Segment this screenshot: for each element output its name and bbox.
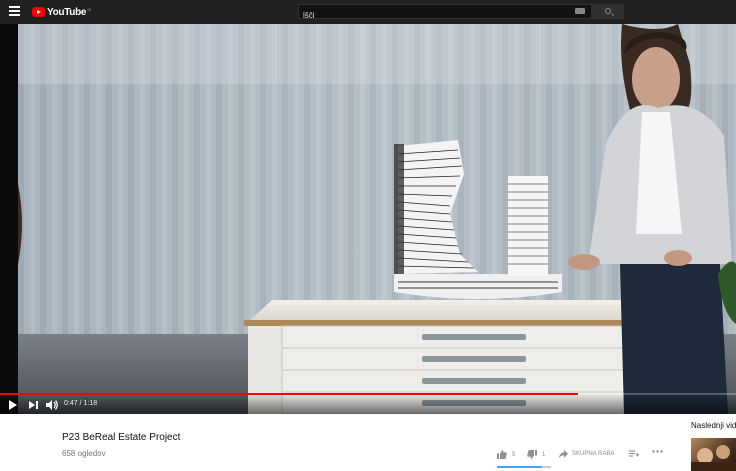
video-title: P23 BeReal Estate Project <box>62 432 181 443</box>
player-controls-overlay <box>0 393 736 414</box>
like-icon <box>497 450 507 459</box>
volume-icon[interactable] <box>46 400 58 410</box>
up-next-thumbnail[interactable] <box>691 438 736 471</box>
dislike-icon <box>527 450 537 459</box>
time-total: 1:18 <box>83 400 98 407</box>
logo-text: YouTube <box>47 6 87 18</box>
search-box <box>298 4 592 22</box>
like-ratio-fill <box>497 466 542 468</box>
keyboard-icon[interactable] <box>575 8 585 14</box>
progress-bar[interactable] <box>0 393 736 395</box>
share-icon <box>559 450 568 458</box>
share-button[interactable]: SKUPNA RABA <box>559 450 614 458</box>
logo-region: SI <box>87 6 91 12</box>
view-count: 658 ogledov <box>62 449 106 458</box>
up-next-thumbnail-image <box>691 445 736 471</box>
next-icon[interactable] <box>29 401 38 409</box>
menu-icon[interactable] <box>9 6 20 16</box>
play-icon[interactable] <box>8 400 18 410</box>
like-count: 5 <box>512 451 516 458</box>
youtube-logo[interactable]: YouTube SI <box>32 6 91 18</box>
more-actions-button[interactable] <box>652 450 663 453</box>
like-ratio-bar <box>497 466 551 468</box>
search-input[interactable] <box>299 9 569 22</box>
time-current: 0:47 <box>64 400 78 407</box>
video-player[interactable]: 0:47 / 1:18 <box>0 24 736 414</box>
time-separator: / <box>79 400 82 407</box>
video-letterbox <box>0 24 18 414</box>
search-button[interactable] <box>592 4 624 19</box>
like-button[interactable]: 5 <box>497 450 515 459</box>
progress-played <box>0 393 579 395</box>
share-label: SKUPNA RABA <box>572 451 615 457</box>
add-to-playlist-icon <box>629 450 639 457</box>
video-frame <box>18 24 736 414</box>
dislike-count: 1 <box>542 451 546 458</box>
dislike-button[interactable]: 1 <box>527 450 545 459</box>
add-to-playlist-button[interactable] <box>629 450 639 458</box>
logo-play-icon <box>32 7 45 17</box>
search-icon <box>605 8 611 14</box>
masthead: YouTube SI <box>0 0 736 24</box>
youtube-watch-page: YouTube SI lšči 0:47 / 1:18 P23 BeReal E… <box>0 0 736 471</box>
time-display: 0:47 / 1:18 <box>64 400 97 407</box>
up-next-label: Naslednji vid <box>691 421 736 430</box>
more-icon <box>652 450 663 453</box>
